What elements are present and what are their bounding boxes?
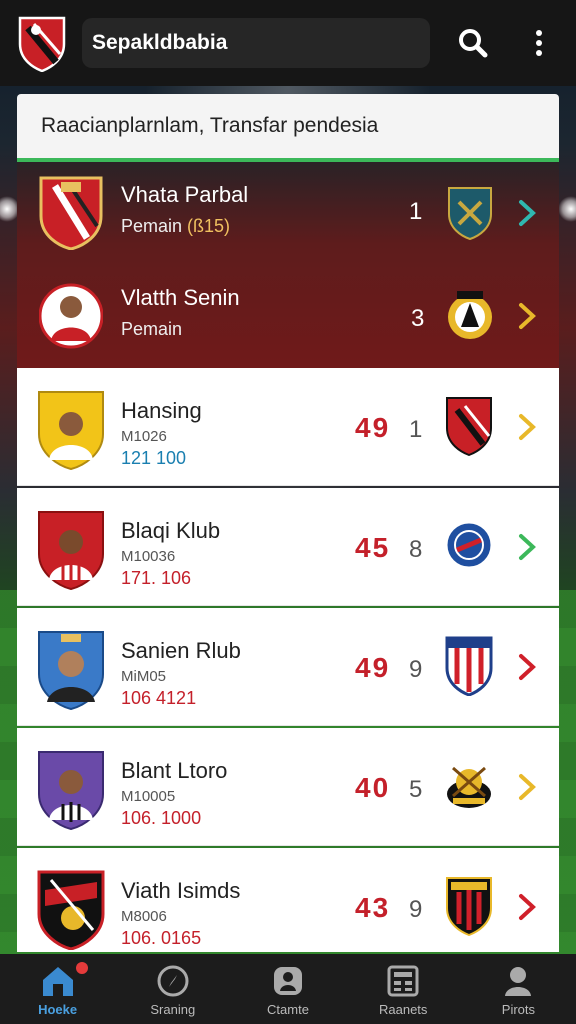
- crest-avatar-icon: [39, 176, 103, 250]
- player-code: M8006: [121, 908, 167, 925]
- club-logo-icon[interactable]: [16, 14, 68, 72]
- featured-list: Vhata Parbal Pemain (ß15) 1 Vlatth Senin…: [17, 162, 559, 368]
- chevron-right-icon[interactable]: [515, 301, 539, 331]
- chevron-right-icon[interactable]: [515, 412, 539, 442]
- player-score: 40: [355, 772, 391, 803]
- app-title: Sepakldbabia: [82, 18, 430, 68]
- featured-row[interactable]: Vhata Parbal Pemain (ß15) 1: [17, 162, 559, 265]
- player-code: MiM05: [121, 668, 167, 685]
- player-row[interactable]: Blant Ltoro M10005 106. 1000 40 5: [17, 728, 559, 846]
- chevron-right-icon[interactable]: [515, 532, 539, 562]
- player-row[interactable]: Viath Isimds M8006 106. 0165 43 9: [17, 848, 559, 952]
- club-crest-icon: [447, 766, 491, 808]
- player-rank: 1: [409, 198, 423, 225]
- player-value: 171. 106: [121, 568, 192, 588]
- player-row[interactable]: Blaqi Klub M10036 171. 106 45 8: [17, 488, 559, 606]
- player-rank: 8: [409, 536, 423, 563]
- player-rank: 9: [409, 656, 423, 683]
- club-crest-icon: [446, 877, 492, 936]
- chevron-right-icon[interactable]: [515, 772, 539, 802]
- player-score: 49: [355, 412, 391, 443]
- nav-label: Pirots: [501, 1002, 536, 1017]
- player-score: 45: [355, 532, 391, 563]
- nav-label: Sraning: [150, 1002, 196, 1017]
- section-heading: Raacianplarnlam, Transfar pendesia: [17, 94, 559, 162]
- player-value: 106. 0165: [121, 928, 202, 948]
- chevron-right-icon[interactable]: [515, 892, 539, 922]
- player-rank: 9: [409, 896, 423, 923]
- nav-ctamte[interactable]: Ctamte: [230, 954, 345, 1024]
- nav-label: Raanets: [379, 1002, 428, 1017]
- player-name: Vlatth Senin: [121, 285, 240, 310]
- search-icon[interactable]: [456, 26, 490, 60]
- player-shield-avatar-icon: [38, 751, 104, 830]
- player-name: Vhata Parbal: [121, 182, 249, 207]
- transfer-card: Raacianplarnlam, Transfar pendesia Vhata…: [17, 94, 559, 952]
- player-value: 121 100: [121, 448, 187, 468]
- player-name: Viath Isimds: [121, 878, 241, 903]
- club-crest-icon: [448, 291, 492, 339]
- club-crest-icon: [445, 636, 493, 696]
- bottom-navigation: Hoeke Sraning Ctamte Raanets Pirots: [0, 954, 576, 1024]
- player-shield-avatar-icon: [38, 631, 104, 710]
- club-crest-icon: [446, 397, 492, 456]
- club-crest-icon: [448, 187, 492, 240]
- profile-icon: [505, 967, 532, 996]
- player-score: 49: [355, 652, 391, 683]
- chevron-right-icon[interactable]: [515, 652, 539, 682]
- player-name: Blaqi Klub: [121, 518, 221, 543]
- player-score: 43: [355, 892, 391, 923]
- player-value: 106 4121: [121, 688, 197, 708]
- player-code: M10036: [121, 548, 176, 565]
- player-role: Pemain (ß15): [121, 216, 230, 237]
- player-shield-avatar-icon: [38, 511, 104, 590]
- player-code: M1026: [121, 428, 167, 445]
- notification-dot: [76, 962, 88, 974]
- role-text: Pemain: [121, 216, 183, 236]
- player-row[interactable]: Hansing M1026 121 100 49 1: [17, 368, 559, 486]
- player-rank: 5: [409, 776, 423, 803]
- player-name: Hansing: [121, 398, 202, 423]
- player-avatar-icon: [39, 283, 103, 349]
- role-text: Pemain: [121, 319, 183, 339]
- nav-sraning[interactable]: Sraning: [115, 954, 230, 1024]
- home-icon: [42, 967, 73, 996]
- featured-row[interactable]: Vlatth Senin Pemain 3: [17, 265, 559, 368]
- player-icon: [274, 967, 302, 995]
- player-rank: 1: [409, 416, 423, 443]
- player-code: M10005: [121, 788, 176, 805]
- nav-home[interactable]: Hoeke: [0, 954, 115, 1024]
- role-tag: (ß15): [187, 216, 231, 236]
- chevron-right-icon[interactable]: [515, 198, 539, 228]
- nav-pirots[interactable]: Pirots: [461, 954, 576, 1024]
- club-shield-avatar-icon: [37, 870, 105, 950]
- app-header: Sepakldbabia: [0, 0, 576, 86]
- player-rank: 3: [411, 305, 425, 332]
- compass-icon: [157, 965, 189, 997]
- nav-raanets[interactable]: Raanets: [346, 954, 461, 1024]
- player-name: Sanien Rlub: [121, 638, 241, 663]
- club-crest-icon: [444, 520, 494, 570]
- player-value: 106. 1000: [121, 808, 202, 828]
- player-row[interactable]: Sanien Rlub MiM05 106 4121 49 9: [17, 608, 559, 726]
- grid-icon: [387, 965, 419, 997]
- player-shield-avatar-icon: [38, 391, 104, 470]
- player-role: Pemain: [121, 319, 182, 340]
- player-name: Blant Ltoro: [121, 758, 228, 783]
- nav-label: Ctamte: [267, 1002, 309, 1017]
- nav-label: Hoeke: [38, 1002, 78, 1017]
- more-options-icon[interactable]: [522, 26, 556, 60]
